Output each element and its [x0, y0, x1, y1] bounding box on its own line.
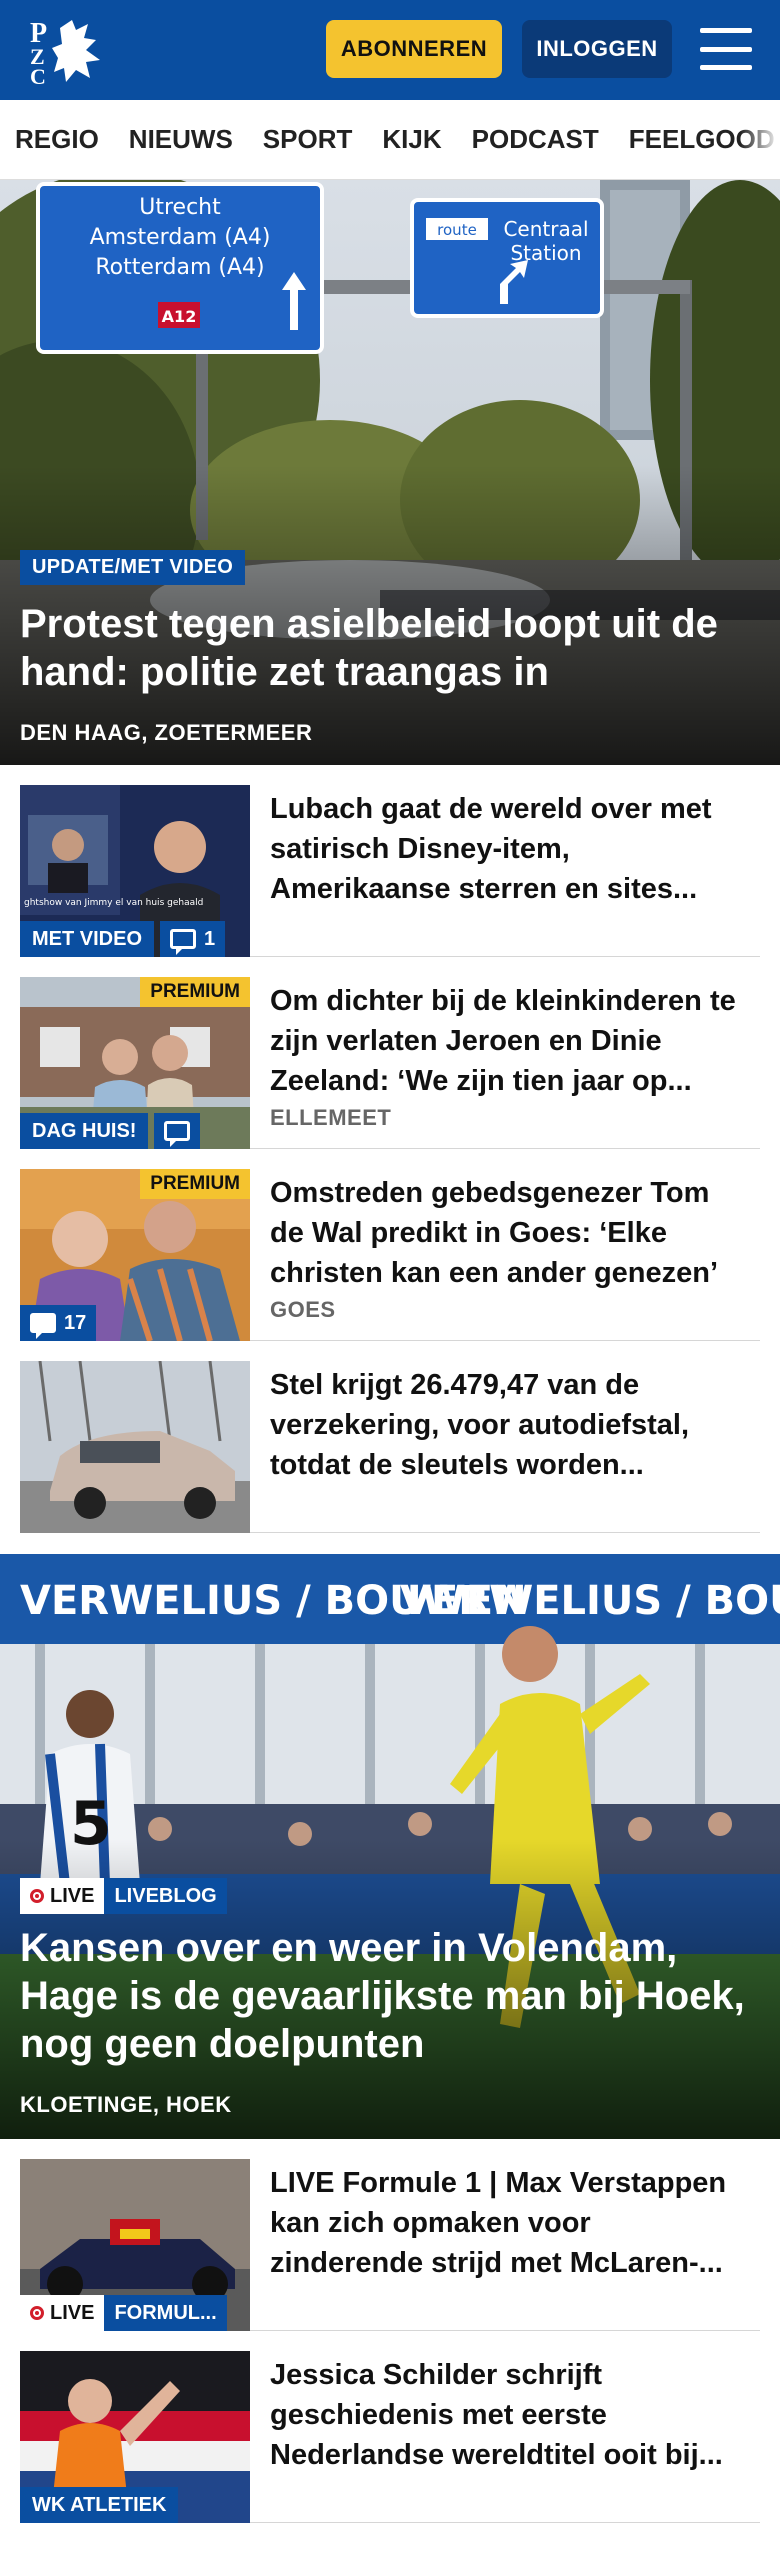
- svg-text:A12: A12: [162, 307, 197, 326]
- svg-text:Utrecht: Utrecht: [139, 195, 221, 220]
- svg-text:C: C: [30, 64, 46, 86]
- hero-location: DEN HAAG, ZOETERMEER: [20, 720, 313, 745]
- article-location: ELLEMEET: [270, 1105, 392, 1130]
- article-thumbnail: WK ATLETIEK: [20, 2351, 250, 2523]
- nav-fade: [740, 100, 780, 179]
- article-tag: MET VIDEO: [20, 921, 155, 957]
- nav-item-kijk[interactable]: KIJK: [382, 124, 441, 155]
- comment-icon: [170, 929, 196, 955]
- hero-article[interactable]: Utrecht Amsterdam (A4) Rotterdam (A4) A1…: [0, 180, 780, 765]
- premium-badge: PREMIUM: [140, 977, 250, 1007]
- live-badge: LIVE FORMUL...: [20, 2295, 227, 2331]
- subscribe-button[interactable]: ABONNEREN: [326, 20, 502, 78]
- svg-text:Station: Station: [510, 241, 581, 265]
- live-indicator-icon: [30, 2306, 44, 2320]
- nav-item-podcast[interactable]: PODCAST: [472, 124, 599, 155]
- section-nav: REGIO NIEUWS SPORT KIJK PODCAST FEELGOOD…: [0, 100, 780, 180]
- login-button[interactable]: INLOGGEN: [522, 20, 672, 78]
- hero-article-liveblog[interactable]: VERWELIUS / BOUWEN VERWELIUS / BOUWEN 5 …: [0, 1554, 780, 2139]
- road-sign-right: route Centraal Station: [410, 198, 604, 318]
- comment-count[interactable]: 1: [160, 921, 226, 957]
- article-title[interactable]: LIVE Formule 1 | Max Verstappen kan zich…: [270, 2163, 750, 2283]
- pzc-logo[interactable]: P Z C: [26, 14, 112, 89]
- comment-count[interactable]: [154, 1113, 200, 1149]
- nav-item-regio[interactable]: REGIO: [15, 124, 99, 155]
- hero-title[interactable]: Protest tegen asielbeleid loopt uit de h…: [20, 600, 760, 696]
- svg-text:ghtshow van Jimmy el van huis: ghtshow van Jimmy el van huis gehaald: [24, 898, 203, 908]
- article-item[interactable]: ghtshow van Jimmy el van huis gehaald ME…: [20, 785, 760, 957]
- article-item[interactable]: Stel krijgt 26.479,47 van de verzekering…: [20, 1361, 760, 1533]
- article-thumbnail: PREMIUM 17: [20, 1169, 250, 1341]
- article-item[interactable]: WK ATLETIEK Jessica Schilder schrijft ge…: [20, 2351, 760, 2523]
- svg-text:Amsterdam (A4): Amsterdam (A4): [90, 225, 271, 250]
- svg-text:route: route: [437, 221, 477, 239]
- svg-text:Centraal: Centraal: [503, 217, 588, 241]
- comment-icon: [164, 1121, 190, 1147]
- hero-tag: UPDATE/MET VIDEO: [20, 550, 246, 585]
- road-sign-left: Utrecht Amsterdam (A4) Rotterdam (A4) A1…: [36, 182, 324, 354]
- premium-badge: PREMIUM: [140, 1169, 250, 1199]
- article-title[interactable]: Om dichter bij de kleinkinderen te zijn …: [270, 981, 750, 1101]
- article-title[interactable]: Stel krijgt 26.479,47 van de verzekering…: [270, 1365, 750, 1485]
- nav-item-sport[interactable]: SPORT: [263, 124, 353, 155]
- comment-count[interactable]: 17: [20, 1305, 97, 1341]
- hero2-title[interactable]: Kansen over en weer in Volendam, Hage is…: [20, 1924, 770, 2068]
- article-thumbnail: PREMIUM DAG HUIS!: [20, 977, 250, 1149]
- top-header: P Z C ABONNEREN INLOGGEN: [0, 0, 780, 100]
- article-tag: DAG HUIS!: [20, 1113, 149, 1149]
- article-thumbnail: [20, 1361, 250, 1533]
- svg-text:Rotterdam (A4): Rotterdam (A4): [95, 255, 264, 280]
- hero2-location: KLOETINGE, HOEK: [20, 2092, 232, 2117]
- article-thumbnail: LIVE FORMUL...: [20, 2159, 250, 2331]
- live-indicator-icon: [30, 1889, 44, 1903]
- article-title[interactable]: Jessica Schilder schrijft geschiedenis m…: [270, 2355, 750, 2475]
- article-title[interactable]: Omstreden gebedsgenezer Tom de Wal predi…: [270, 1173, 750, 1293]
- hamburger-menu-icon[interactable]: [700, 24, 752, 74]
- live-badge: LIVE LIVEBLOG: [20, 1878, 227, 1914]
- article-title[interactable]: Lubach gaat de wereld over met satirisch…: [270, 789, 750, 909]
- article-tag: WK ATLETIEK: [20, 2487, 179, 2523]
- svg-text:VERWELIUS / BOUWEN: VERWELIUS / BOUWEN: [400, 1578, 780, 1624]
- comment-icon: [30, 1313, 56, 1339]
- article-item[interactable]: PREMIUM 17 Omstreden gebedsgenezer Tom d…: [20, 1169, 760, 1341]
- article-thumbnail: ghtshow van Jimmy el van huis gehaald ME…: [20, 785, 250, 957]
- nav-item-nieuws[interactable]: NIEUWS: [129, 124, 233, 155]
- article-location: GOES: [270, 1297, 336, 1322]
- article-item[interactable]: LIVE FORMUL... LIVE Formule 1 | Max Vers…: [20, 2159, 760, 2331]
- article-item[interactable]: PREMIUM DAG HUIS! Om dichter bij de klei…: [20, 977, 760, 1149]
